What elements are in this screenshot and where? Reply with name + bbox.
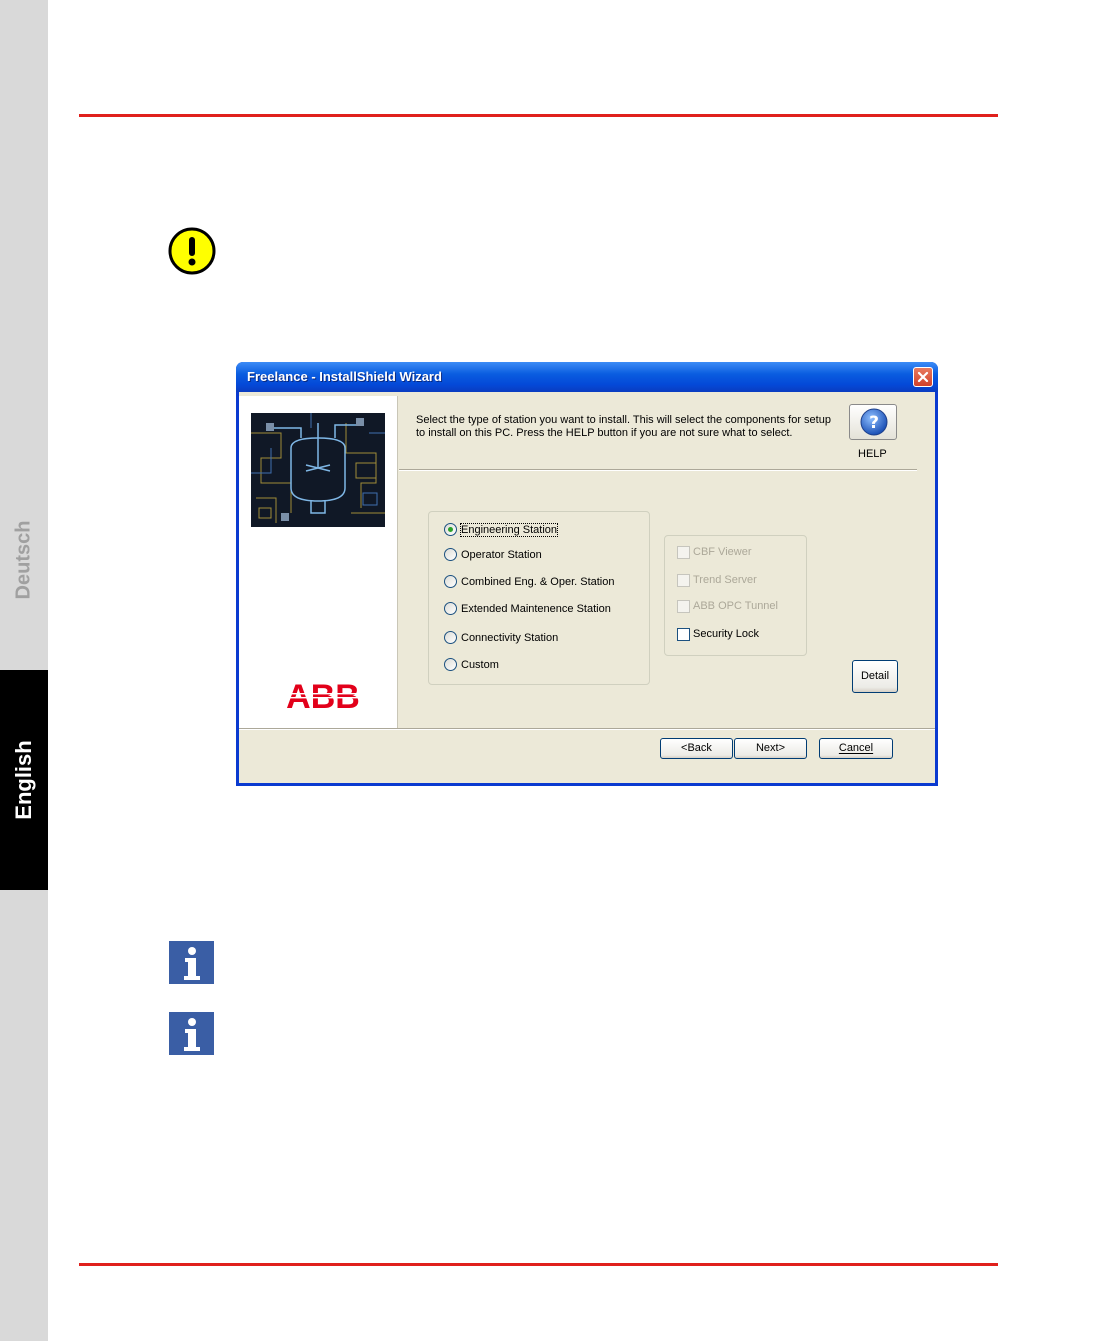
footer-rule <box>79 1263 998 1266</box>
checkbox-box <box>677 546 690 559</box>
side-tab-english-label: English <box>11 740 36 820</box>
checkbox-box <box>677 600 690 613</box>
radio-button[interactable] <box>444 602 457 615</box>
checkbox-label: CBF Viewer <box>693 546 752 558</box>
checkbox-label: Security Lock <box>693 628 760 640</box>
cancel-button[interactable]: Cancel <box>819 738 893 759</box>
radio-button[interactable] <box>444 658 457 671</box>
checkbox-label: ABB OPC Tunnel <box>693 600 778 612</box>
info-icon <box>169 941 214 984</box>
dialog-body: ABB Select the type of station you want … <box>239 392 935 783</box>
dialog-title: Freelance - InstallShield Wizard <box>247 369 442 384</box>
warning-exclamation-icon <box>168 227 216 275</box>
detail-button[interactable]: Detail <box>852 660 898 693</box>
dialog-title-bar[interactable]: Freelance - InstallShield Wizard <box>236 362 938 392</box>
radio-label: Combined Eng. & Oper. Station <box>461 576 615 588</box>
close-button[interactable] <box>913 367 933 387</box>
info-icon <box>169 1012 214 1055</box>
checkbox-box[interactable] <box>677 628 690 641</box>
help-button[interactable]: ? <box>849 404 897 440</box>
radio-label: Operator Station <box>461 549 542 561</box>
intro-line-1: Select the type of station you want to i… <box>416 414 831 426</box>
radio-label: Connectivity Station <box>461 632 559 644</box>
radio-button-selected[interactable] <box>444 523 457 536</box>
side-tab-deutsch[interactable]: Deutsch <box>0 470 48 650</box>
radio-button[interactable] <box>444 631 457 644</box>
radio-button[interactable] <box>444 575 457 588</box>
language-side-strip: Deutsch English <box>0 0 48 1341</box>
radio-button[interactable] <box>444 548 457 561</box>
help-question-icon: ? <box>860 408 888 436</box>
wizard-side-panel: ABB <box>239 396 398 728</box>
abb-logo: ABB <box>286 680 360 710</box>
header-separator <box>399 469 917 471</box>
intro-line-2: to install on this PC. Press the HELP bu… <box>416 427 793 439</box>
radio-label: Extended Maintenence Station <box>461 603 611 615</box>
side-tab-english[interactable]: English <box>0 670 48 890</box>
help-label: HELP <box>858 448 887 460</box>
checkbox-label: Trend Server <box>693 574 757 586</box>
back-button[interactable]: <Back <box>660 738 733 759</box>
close-icon <box>917 371 929 383</box>
side-tab-deutsch-label: Deutsch <box>12 520 35 600</box>
header-rule <box>79 114 998 117</box>
abb-logo-text: ABB <box>286 680 360 710</box>
radio-label: Engineering Station <box>459 523 559 537</box>
svg-text:?: ? <box>869 413 879 433</box>
radio-label: Custom <box>461 659 499 671</box>
checkbox-box <box>677 574 690 587</box>
footer-separator <box>239 728 935 730</box>
next-button[interactable]: Next> <box>734 738 807 759</box>
intro-text: Select the type of station you want to i… <box>416 414 836 440</box>
installshield-wizard-dialog: Freelance - InstallShield Wizard ABB Sel… <box>236 362 938 786</box>
plant-schematic-image <box>251 413 385 527</box>
